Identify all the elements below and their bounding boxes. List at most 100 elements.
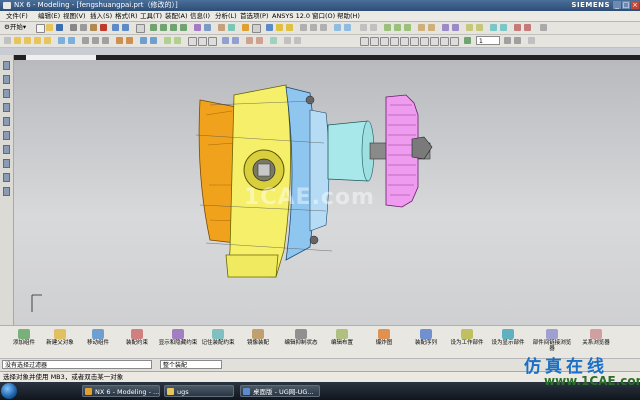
part-navigator-tab[interactable] (3, 89, 10, 98)
graphics-window[interactable]: 1CAE.com (14, 55, 640, 325)
start-menu-button[interactable]: ⚙开始▾ (4, 23, 26, 32)
tangent-rule-icon[interactable] (430, 37, 439, 46)
menu-file[interactable]: 文件(F) (6, 12, 28, 20)
snap-view-icon[interactable] (284, 37, 291, 44)
menu-analysis[interactable]: 分析(L) (215, 12, 237, 20)
reuse-library-tab[interactable] (3, 103, 10, 112)
zoom-icon[interactable] (160, 24, 167, 31)
history-tab[interactable] (3, 131, 10, 140)
assembly-nav-icon[interactable] (270, 37, 277, 44)
type-filter-select[interactable]: 没有选择过滤器 (2, 360, 152, 369)
orient-wcs-icon[interactable] (68, 37, 75, 44)
copy-icon[interactable] (80, 24, 87, 31)
extrude-icon[interactable] (276, 24, 283, 31)
menu-information[interactable]: 信息(I) (190, 12, 210, 20)
center-snap-icon[interactable] (44, 37, 51, 44)
filter-icon[interactable] (4, 37, 11, 44)
taskbar-item-nx[interactable]: NX 6 - Modeling - ... (82, 385, 160, 397)
open-file-icon[interactable] (46, 24, 53, 31)
menu-ansys[interactable]: ANSYS 12.0 (272, 12, 310, 20)
boss-icon[interactable] (310, 24, 317, 31)
make-work-part-button[interactable]: 设为工作部件 (447, 328, 487, 358)
windows-start-button[interactable] (1, 383, 17, 399)
move-component-button[interactable]: 移动组件 (78, 328, 118, 358)
trim-body-icon[interactable] (466, 24, 473, 31)
new-parent-button[interactable]: 新建父对象 (40, 328, 80, 358)
sew-icon[interactable] (246, 37, 253, 44)
menu-view[interactable]: 视图(V) (63, 12, 86, 20)
chain-rule-icon[interactable] (440, 37, 449, 46)
process-studio-tab[interactable] (3, 173, 10, 182)
measure-icon[interactable] (242, 24, 249, 31)
web-browser-tab[interactable] (3, 117, 10, 126)
menu-assembly[interactable]: 装配(A) (165, 12, 188, 20)
mirror-icon[interactable] (452, 24, 459, 31)
rotate-icon[interactable] (170, 24, 177, 31)
layer-settings-icon[interactable] (504, 37, 511, 44)
pocket-icon[interactable] (320, 24, 327, 31)
edge-display-icon[interactable] (150, 37, 157, 44)
menu-insert[interactable]: 插入(S) (90, 12, 112, 20)
taskbar-item-browser[interactable]: 桌面版 - UG网-UG... (240, 385, 320, 397)
pan-icon[interactable] (180, 24, 187, 31)
chamfer-icon[interactable] (370, 24, 377, 31)
move-to-layer-icon[interactable] (514, 37, 521, 44)
system-materials-tab[interactable] (3, 145, 10, 154)
select-icon[interactable] (136, 24, 145, 33)
undo-icon[interactable] (112, 24, 119, 31)
pattern-icon[interactable] (442, 24, 449, 31)
more-tools-icon[interactable] (528, 37, 535, 44)
new-file-icon[interactable] (36, 24, 45, 33)
cut-icon[interactable] (70, 24, 77, 31)
paste-icon[interactable] (90, 24, 97, 31)
shaded-icon[interactable] (194, 24, 201, 31)
delete-icon[interactable] (100, 24, 107, 31)
selection-scope-select[interactable]: 整个装配 (160, 360, 222, 369)
datum-plane-icon[interactable] (334, 24, 341, 31)
clip-view-icon[interactable] (174, 37, 181, 44)
close-button[interactable]: × (631, 1, 639, 9)
body-rule-icon[interactable] (390, 37, 399, 46)
analysis-icon[interactable] (252, 24, 261, 33)
constraint-navigator-tab[interactable] (3, 75, 10, 84)
save-icon[interactable] (56, 24, 63, 31)
edit-color-icon[interactable] (116, 37, 123, 44)
mirror-assembly-button[interactable]: 镜像装配 (238, 328, 278, 358)
hole-icon[interactable] (300, 24, 307, 31)
point-snap-icon[interactable] (14, 37, 21, 44)
selection-intent-icon[interactable] (360, 37, 369, 46)
show-icon[interactable] (92, 37, 99, 44)
wcs-icon[interactable] (58, 37, 65, 44)
endpoint-snap-icon[interactable] (24, 37, 31, 44)
taskbar-item-ugs[interactable]: ugs (164, 385, 234, 397)
menu-format[interactable]: 格式(R) (115, 12, 138, 20)
face-rule-icon[interactable] (370, 37, 379, 46)
manufacturing-wizards-tab[interactable] (3, 187, 10, 196)
part-navigator-icon[interactable] (524, 24, 531, 31)
blend-icon[interactable] (360, 24, 367, 31)
redo-icon[interactable] (122, 24, 129, 31)
region-rule-icon[interactable] (420, 37, 429, 46)
show-hide-constraints-button[interactable]: 显示和隐藏约束 (158, 328, 198, 358)
menu-tools[interactable]: 工具(T) (140, 12, 162, 20)
remember-constraints-button[interactable]: 记住装配约束 (198, 328, 238, 358)
edit-arrangements-button[interactable]: 编辑布置 (322, 328, 362, 358)
orient-view-icon[interactable] (218, 24, 225, 31)
roles-tab[interactable] (3, 159, 10, 168)
wireframe-icon[interactable] (204, 24, 211, 31)
feature-rule-icon[interactable] (400, 37, 409, 46)
translucency-icon[interactable] (126, 37, 133, 44)
add-component-button[interactable]: 添加组件 (4, 328, 44, 358)
view-fit-icon[interactable] (150, 24, 157, 31)
midpoint-snap-icon[interactable] (34, 37, 41, 44)
work-layer-select[interactable]: 1 (476, 36, 500, 45)
menu-edit[interactable]: 编辑(E) (38, 12, 60, 20)
edit-suppression-state-button[interactable]: 编辑抑制状态 (281, 328, 321, 358)
render-style-icon[interactable] (140, 37, 147, 44)
assembly-sequencing-button[interactable]: 装配序列 (406, 328, 446, 358)
layer-icon[interactable] (228, 24, 235, 31)
expression-icon[interactable] (514, 24, 521, 31)
datum-axis-icon[interactable] (344, 24, 351, 31)
curve-rule-icon[interactable] (380, 37, 389, 46)
loop-rule-icon[interactable] (450, 37, 459, 46)
